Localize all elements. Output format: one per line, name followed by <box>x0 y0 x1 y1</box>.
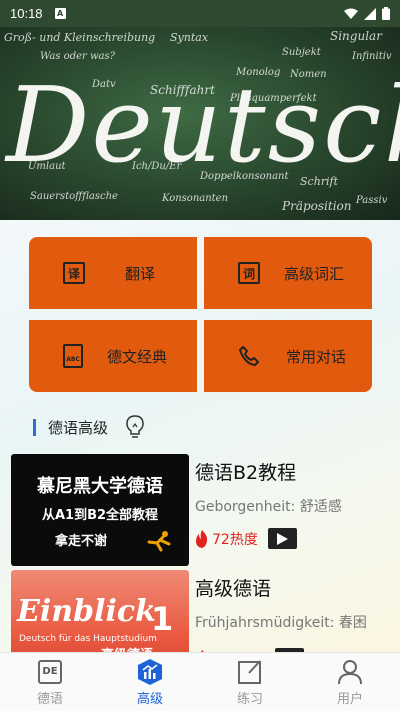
thumbnail-chinese-title: 高级德语 <box>101 644 153 652</box>
translate-icon: 译 <box>63 262 85 284</box>
sim-card-icon: A <box>54 8 66 19</box>
classics-label: 德文经典 <box>107 347 168 366</box>
user-icon <box>338 660 362 685</box>
vocabulary-button[interactable]: 词 高级词汇 <box>204 237 372 309</box>
battery-icon <box>382 7 390 20</box>
main-content: 译 翻译 词 高级词汇 ABC 德文经典 常用对话 德语高级 慕尼黑大学德语 从… <box>0 220 400 652</box>
chalk-word: Singular <box>330 29 382 43</box>
dialog-label: 常用对话 <box>286 347 347 366</box>
bottom-tab-bar: DE 德语 高级 练习 用户 <box>0 652 400 711</box>
status-bar: 10:18 A <box>0 0 400 27</box>
vocabulary-label: 高级词汇 <box>284 264 345 283</box>
german-flag-icon: DE <box>38 660 62 684</box>
tab-advanced[interactable]: 高级 <box>100 653 200 711</box>
course-subtitle: Geborgenheit: 舒适感 <box>195 499 342 515</box>
tab-user[interactable]: 用户 <box>300 653 400 711</box>
heat-indicator: 72热度 <box>195 528 297 549</box>
signal-icon <box>364 7 376 20</box>
thumbnail-tagline: 拿走不谢 <box>54 534 107 549</box>
thumbnail-title: Einblick <box>17 594 156 629</box>
tab-advanced-label: 高级 <box>136 692 163 707</box>
phone-icon <box>239 346 259 366</box>
lightbulb-icon[interactable] <box>126 415 144 439</box>
chalk-word: Subjekt <box>282 47 321 58</box>
course-title: 德语B2教程 <box>195 462 297 484</box>
chalk-word: Passiv <box>356 195 388 206</box>
section-title: 德语高级 <box>48 418 109 437</box>
runner-icon <box>147 531 171 552</box>
tab-user-label: 用户 <box>336 692 363 707</box>
tab-german[interactable]: DE 德语 <box>0 653 100 711</box>
status-time: 10:18 <box>10 6 43 21</box>
classics-button[interactable]: ABC 德文经典 <box>29 320 197 392</box>
play-icon <box>276 532 288 545</box>
chalk-word: Was oder was? <box>40 51 115 62</box>
tab-german-label: 德语 <box>36 692 63 707</box>
chalk-word: Infinitiv <box>352 51 392 62</box>
course-thumbnail[interactable]: Einblick 1 Deutsch für das Hauptstudium … <box>11 570 189 652</box>
banner-word: Deutsch <box>6 64 400 186</box>
wifi-icon <box>344 8 358 19</box>
chalk-word: Sauerstoffflasche <box>30 191 118 202</box>
thumbnail-caption: Deutsch für das Hauptstudium <box>19 634 157 644</box>
section-marker <box>33 418 36 436</box>
course-card[interactable]: Einblick 1 Deutsch für das Hauptstudium … <box>11 570 391 652</box>
vocabulary-icon: 词 <box>238 262 260 284</box>
hero-banner: Groß- und Kleinschreibung Was oder was? … <box>0 27 400 220</box>
advanced-chart-icon <box>138 659 162 685</box>
chalk-word: Konsonanten <box>162 193 229 204</box>
course-thumbnail[interactable]: 慕尼黑大学德语 从A1到B2全部教程 拿走不谢 <box>11 454 189 566</box>
thumbnail-subtitle: 从A1到B2全部教程 <box>41 508 159 523</box>
course-title: 高级德语 <box>195 578 272 600</box>
translate-label: 翻译 <box>125 264 156 283</box>
play-button[interactable] <box>267 528 297 549</box>
book-icon: ABC <box>63 344 83 368</box>
tab-practice[interactable]: 练习 <box>200 653 300 711</box>
dialog-button[interactable]: 常用对话 <box>204 320 372 392</box>
chalk-word: Präposition <box>282 199 352 213</box>
thumbnail-number: 1 <box>151 600 174 638</box>
section-header: 德语高级 <box>33 415 144 439</box>
tab-practice-label: 练习 <box>236 692 263 707</box>
chalk-word: Groß- und Kleinschreibung <box>4 31 156 44</box>
course-subtitle: Frühjahrsmüdigkeit: 春困 <box>195 615 367 631</box>
course-card[interactable]: 慕尼黑大学德语 从A1到B2全部教程 拿走不谢 德语B2教程 Geborgenh… <box>11 454 391 566</box>
edit-icon <box>238 660 261 684</box>
translate-button[interactable]: 译 翻译 <box>29 237 197 309</box>
chalk-word: Syntax <box>170 31 209 44</box>
heat-count: 72热度 <box>212 531 258 548</box>
thumbnail-title: 慕尼黑大学德语 <box>37 476 163 497</box>
fire-icon <box>196 529 208 548</box>
